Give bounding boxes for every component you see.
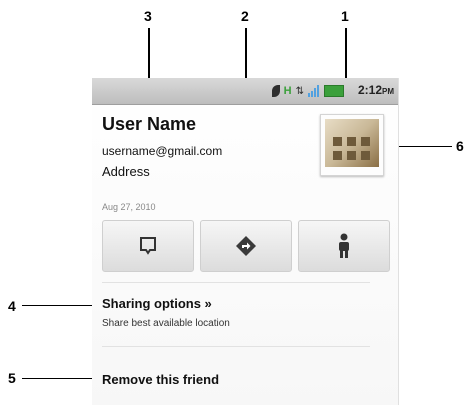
user-address: Address: [102, 164, 150, 179]
status-icons: H ⇅: [271, 83, 344, 99]
sharing-options-link[interactable]: Sharing options »: [102, 296, 212, 311]
callout-1: 1: [341, 8, 349, 24]
status-ampm: PM: [382, 87, 394, 96]
directions-icon: [236, 236, 256, 256]
user-email: username@gmail.com: [102, 144, 223, 158]
user-name: User Name: [102, 114, 197, 134]
callout-5-line: [22, 378, 98, 379]
person-icon: [339, 233, 349, 258]
callout-2: 2: [241, 8, 249, 24]
message-button[interactable]: [102, 220, 194, 272]
divider: [102, 346, 370, 347]
location-icon: [271, 85, 280, 97]
status-time: 2:12: [357, 83, 382, 97]
friend-profile-screen: H ⇅ 2:12PM User Name username@gmail.com …: [92, 78, 399, 405]
remove-friend-link[interactable]: Remove this friend: [102, 372, 219, 387]
data-activity-icon: ⇅: [295, 85, 304, 97]
callout-4-line: [22, 305, 98, 306]
directions-button[interactable]: [200, 220, 292, 272]
navigate-button[interactable]: [298, 220, 390, 272]
divider: [102, 282, 370, 283]
callout-6: 6: [456, 138, 464, 154]
signal-strength-icon: [308, 85, 320, 97]
location-timestamp: Aug 27, 2010: [102, 202, 156, 212]
avatar[interactable]: [320, 114, 384, 176]
battery-icon: [324, 85, 344, 97]
callout-4: 4: [8, 298, 16, 314]
network-type-icon: H: [283, 85, 292, 97]
message-icon: [140, 237, 156, 255]
callout-3: 3: [144, 8, 152, 24]
status-clock: 2:12PM: [358, 83, 394, 97]
avatar-photo: [325, 119, 379, 167]
sharing-options-subtitle: Share best available location: [102, 318, 230, 329]
callout-5: 5: [8, 370, 16, 386]
status-bar: H ⇅ 2:12PM: [92, 78, 398, 105]
